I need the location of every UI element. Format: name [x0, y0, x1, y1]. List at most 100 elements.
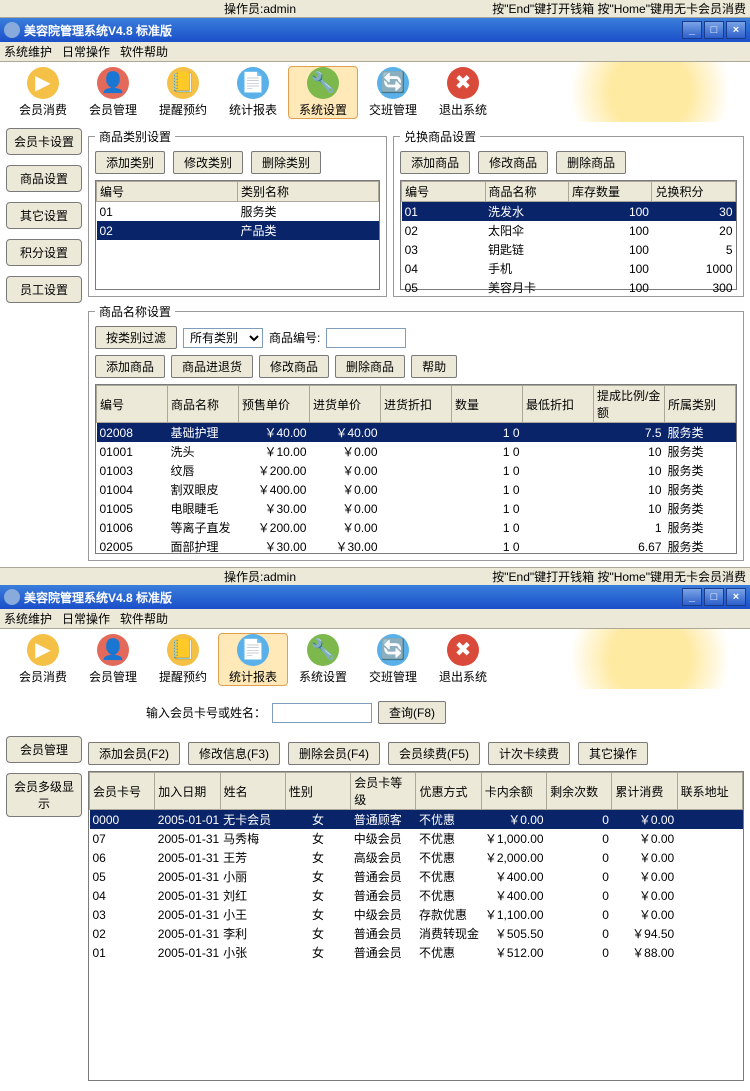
col-所属类别[interactable]: 所属类别: [665, 386, 736, 423]
col-累计消费[interactable]: 累计消费: [612, 773, 677, 810]
col-会员卡等级[interactable]: 会员卡等级: [351, 773, 416, 810]
toolbar-交班管理[interactable]: 🔄交班管理: [358, 67, 428, 118]
col-最低折扣[interactable]: 最低折扣: [523, 386, 594, 423]
col-进货折扣[interactable]: 进货折扣: [381, 386, 452, 423]
toolbar-系统设置[interactable]: 🔧系统设置: [288, 634, 358, 685]
table-row[interactable]: 05美容月卡100300: [402, 278, 736, 297]
btn-修改类别[interactable]: 修改类别: [173, 151, 243, 174]
table-row[interactable]: 012005-01-31小张女普通会员不优惠￥512.000￥88.00: [90, 943, 743, 962]
sidebtn2-会员管理[interactable]: 会员管理: [6, 736, 82, 763]
col-兑换积分[interactable]: 兑换积分: [652, 182, 736, 202]
btn-添加商品[interactable]: 添加商品: [95, 355, 165, 378]
sidebtn-会员卡设置[interactable]: 会员卡设置: [6, 128, 82, 155]
category-filter-select[interactable]: 所有类别: [183, 328, 263, 348]
col-加入日期[interactable]: 加入日期: [155, 773, 220, 810]
col-编号[interactable]: 编号: [97, 182, 238, 202]
sidebtn-员工设置[interactable]: 员工设置: [6, 276, 82, 303]
col-编号[interactable]: 编号: [402, 182, 485, 202]
toolbar-提醒预约[interactable]: 📒提醒预约: [148, 634, 218, 685]
col-剩余次数[interactable]: 剩余次数: [547, 773, 612, 810]
table-row[interactable]: 072005-01-31马秀梅女中级会员不优惠￥1,000.000￥0.00: [90, 829, 743, 848]
maximize-button-2[interactable]: □: [704, 588, 724, 606]
toolbar-统计报表[interactable]: 📄统计报表: [218, 67, 288, 118]
col-性别[interactable]: 性别: [285, 773, 350, 810]
table-row[interactable]: 00002005-01-01无卡会员女普通顾客不优惠￥0.000￥0.00: [90, 810, 743, 830]
maximize-button[interactable]: □: [704, 21, 724, 39]
menu-日常操作[interactable]: 日常操作: [62, 43, 110, 60]
toolbar-会员管理[interactable]: 👤会员管理: [78, 634, 148, 685]
toolbar-会员消费[interactable]: ▶会员消费: [8, 67, 78, 118]
table-row[interactable]: 01洗发水10030: [402, 202, 736, 222]
col-会员卡号[interactable]: 会员卡号: [90, 773, 155, 810]
close-button-2[interactable]: ×: [726, 588, 746, 606]
menu-系统维护[interactable]: 系统维护: [4, 43, 52, 60]
btn-会员续费(F5)[interactable]: 会员续费(F5): [388, 742, 480, 765]
col-姓名[interactable]: 姓名: [220, 773, 285, 810]
toolbar-退出系统[interactable]: ✖退出系统: [428, 634, 498, 685]
sidebtn-其它设置[interactable]: 其它设置: [6, 202, 82, 229]
table-row[interactable]: 02008基础护理￥40.00￥40.001 07.5服务类: [97, 423, 736, 443]
btn-修改信息(F3)[interactable]: 修改信息(F3): [188, 742, 280, 765]
btn-删除类别[interactable]: 删除类别: [251, 151, 321, 174]
query-button[interactable]: 查询(F8): [378, 701, 446, 724]
btn-修改商品[interactable]: 修改商品: [478, 151, 548, 174]
toolbar-提醒预约[interactable]: 📒提醒预约: [148, 67, 218, 118]
btn-商品进退货[interactable]: 商品进退货: [171, 355, 253, 378]
table-row[interactable]: 01004割双眼皮￥400.00￥0.001 010服务类: [97, 480, 736, 499]
toolbar-会员消费[interactable]: ▶会员消费: [8, 634, 78, 685]
col-联系地址[interactable]: 联系地址: [677, 773, 742, 810]
btn-计次卡续费[interactable]: 计次卡续费: [488, 742, 570, 765]
col-商品名称[interactable]: 商品名称: [168, 386, 239, 423]
table-row[interactable]: 01001洗头￥10.00￥0.001 010服务类: [97, 442, 736, 461]
toolbar-系统设置[interactable]: 🔧系统设置: [288, 66, 358, 119]
col-类别名称[interactable]: 类别名称: [238, 182, 379, 202]
col-优惠方式[interactable]: 优惠方式: [416, 773, 481, 810]
table-row[interactable]: 042005-01-31刘红女普通会员不优惠￥400.000￥0.00: [90, 886, 743, 905]
col-提成比例/金额[interactable]: 提成比例/金额: [594, 386, 665, 423]
minimize-button[interactable]: _: [682, 21, 702, 39]
toolbar-统计报表[interactable]: 📄统计报表: [218, 633, 288, 686]
btn-修改商品[interactable]: 修改商品: [259, 355, 329, 378]
member-search-input[interactable]: [272, 703, 372, 723]
table-row[interactable]: 02产品类: [97, 221, 379, 240]
table-row[interactable]: 052005-01-31小丽女普通会员不优惠￥400.000￥0.00: [90, 867, 743, 886]
btn-添加会员(F2)[interactable]: 添加会员(F2): [88, 742, 180, 765]
col-进货单价[interactable]: 进货单价: [310, 386, 381, 423]
col-编号[interactable]: 编号: [97, 386, 168, 423]
menu-系统维护[interactable]: 系统维护: [4, 610, 52, 627]
toolbar-交班管理[interactable]: 🔄交班管理: [358, 634, 428, 685]
btn-帮助[interactable]: 帮助: [411, 355, 457, 378]
toolbar-会员管理[interactable]: 👤会员管理: [78, 67, 148, 118]
table-row[interactable]: 02太阳伞10020: [402, 221, 736, 240]
menu-软件帮助[interactable]: 软件帮助: [120, 610, 168, 627]
btn-删除商品[interactable]: 删除商品: [335, 355, 405, 378]
col-卡内余额[interactable]: 卡内余额: [481, 773, 546, 810]
table-row[interactable]: 04手机1001000: [402, 259, 736, 278]
btn-添加类别[interactable]: 添加类别: [95, 151, 165, 174]
sidebtn2-会员多级显示[interactable]: 会员多级显示: [6, 773, 82, 817]
col-商品名称[interactable]: 商品名称: [485, 182, 568, 202]
close-button[interactable]: ×: [726, 21, 746, 39]
col-预售单价[interactable]: 预售单价: [239, 386, 310, 423]
table-row[interactable]: 03钥匙链1005: [402, 240, 736, 259]
minimize-button-2[interactable]: _: [682, 588, 702, 606]
table-row[interactable]: 01003纹唇￥200.00￥0.001 010服务类: [97, 461, 736, 480]
sidebtn-积分设置[interactable]: 积分设置: [6, 239, 82, 266]
table-row[interactable]: 022005-01-31李利女普通会员消费转现金￥505.500￥94.50: [90, 924, 743, 943]
product-code-input[interactable]: [326, 328, 406, 348]
table-row[interactable]: 02005面部护理￥30.00￥30.001 06.67服务类: [97, 537, 736, 554]
table-row[interactable]: 01006等离子直发￥200.00￥0.001 01服务类: [97, 518, 736, 537]
menu-软件帮助[interactable]: 软件帮助: [120, 43, 168, 60]
table-row[interactable]: 062005-01-31王芳女高级会员不优惠￥2,000.000￥0.00: [90, 848, 743, 867]
col-数量[interactable]: 数量: [452, 386, 523, 423]
table-row[interactable]: 01005电眼睫毛￥30.00￥0.001 010服务类: [97, 499, 736, 518]
menu-日常操作[interactable]: 日常操作: [62, 610, 110, 627]
table-row[interactable]: 01服务类: [97, 202, 379, 222]
btn-删除会员(F4)[interactable]: 删除会员(F4): [288, 742, 380, 765]
btn-添加商品[interactable]: 添加商品: [400, 151, 470, 174]
col-库存数量[interactable]: 库存数量: [569, 182, 652, 202]
sidebtn-商品设置[interactable]: 商品设置: [6, 165, 82, 192]
filter-by-category-button[interactable]: 按类别过滤: [95, 326, 177, 349]
table-row[interactable]: 032005-01-31小王女中级会员存款优惠￥1,100.000￥0.00: [90, 905, 743, 924]
btn-删除商品[interactable]: 删除商品: [556, 151, 626, 174]
